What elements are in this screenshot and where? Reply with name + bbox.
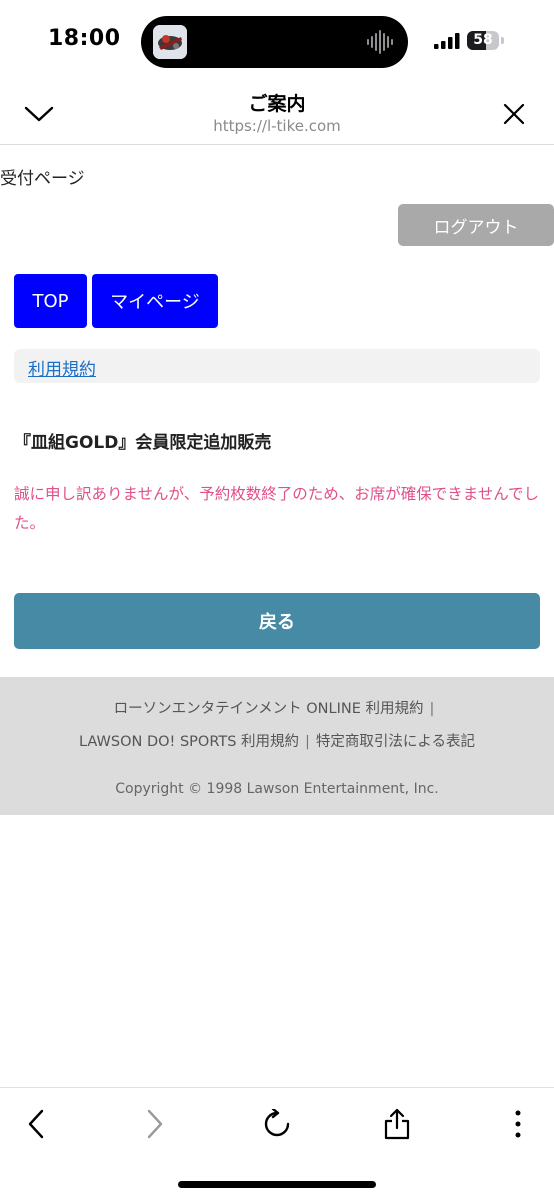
reload-button[interactable]	[255, 1102, 299, 1146]
signal-bars-icon	[434, 33, 462, 49]
back-button[interactable]: 戻る	[14, 593, 540, 649]
footer-link-sports-terms[interactable]: LAWSON DO! SPORTS 利用規約	[79, 734, 299, 750]
footer-separator: |	[305, 734, 310, 750]
back-icon	[28, 1109, 44, 1139]
copyright: Copyright © 1998 Lawson Entertainment, I…	[115, 781, 439, 797]
footer-separator: |	[429, 701, 435, 717]
battery-cap	[501, 37, 504, 44]
terms-bar: 利用規約	[14, 349, 540, 383]
audio-waveform-icon	[366, 30, 396, 54]
reception-page-label: 受付ページ	[0, 169, 85, 189]
close-button[interactable]	[494, 96, 534, 132]
browser-header: ご案内 https://l-tike.com	[0, 84, 554, 145]
nav-back-button[interactable]	[14, 1102, 58, 1146]
close-icon	[503, 103, 525, 125]
battery-icon: 58	[467, 31, 505, 51]
top-button[interactable]: TOP	[14, 274, 87, 328]
reload-icon	[264, 1109, 290, 1137]
footer-link-entertainment-terms[interactable]: ローソンエンタテインメント ONLINE 利用規約	[114, 701, 424, 717]
status-time: 18:00	[48, 26, 121, 51]
more-icon	[515, 1110, 521, 1138]
forward-icon	[147, 1109, 163, 1139]
share-button[interactable]	[375, 1102, 419, 1146]
logout-button[interactable]: ログアウト	[398, 204, 554, 246]
app-thumbnail-icon	[153, 25, 187, 59]
footer-links-row-1: ローソンエンタテインメント ONLINE 利用規約 |	[0, 697, 554, 718]
nav-forward-button[interactable]	[133, 1102, 177, 1146]
footer-links-row-2: LAWSON DO! SPORTS 利用規約 | 特定商取引法による表記	[0, 730, 554, 751]
page-url: https://l-tike.com	[213, 117, 341, 135]
terms-link[interactable]: 利用規約	[28, 355, 96, 380]
more-button[interactable]	[496, 1102, 540, 1146]
mypage-button[interactable]: マイページ	[92, 274, 218, 328]
page-title: ご案内	[248, 93, 306, 115]
dynamic-island[interactable]	[141, 16, 408, 68]
battery-body: 58	[467, 31, 499, 50]
status-bar: 18:00 58	[0, 0, 554, 84]
share-icon	[384, 1108, 410, 1140]
home-indicator[interactable]	[178, 1181, 376, 1188]
event-title: 『皿組GOLD』会員限定追加販売	[14, 433, 272, 453]
footer: ローソンエンタテインメント ONLINE 利用規約 | LAWSON DO! SP…	[0, 677, 554, 815]
footer-link-legal-notice[interactable]: 特定商取引法による表記	[316, 734, 475, 750]
error-message: 誠に申し訳ありませんが、予約枚数終了のため、お席が確保できませんでした。	[14, 485, 539, 532]
battery-percentage: 58	[473, 32, 493, 48]
